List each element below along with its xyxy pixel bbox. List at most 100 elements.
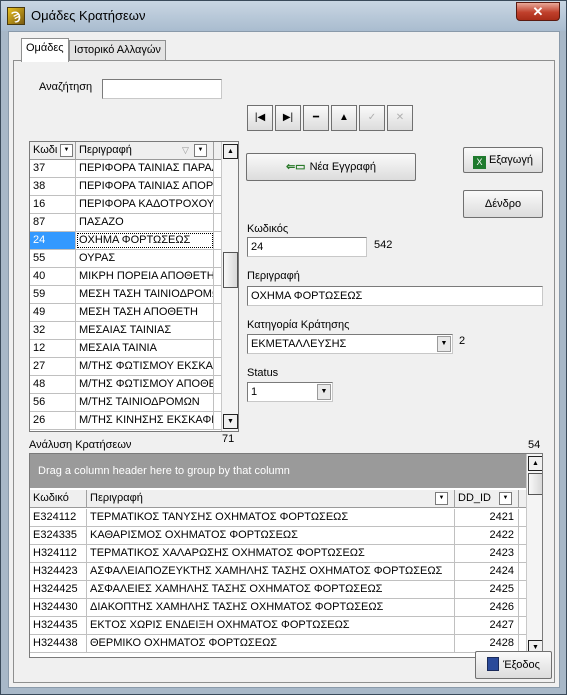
cell-code[interactable]: 38 (30, 178, 76, 195)
last-record-button[interactable]: ▶| (275, 105, 301, 131)
cell-code[interactable]: 87 (30, 214, 76, 231)
table-row[interactable]: H324425 ΑΣΦΑΛΕΙΕΣ ΧΑΜΗΛΗΣ ΤΑΣΗΣ ΟΧΗΜΑΤΟΣ … (30, 581, 526, 599)
column-header-dd-id[interactable]: DD_ID ▼ (455, 490, 519, 508)
cell-code[interactable]: E324335 (30, 527, 87, 544)
cell-description[interactable]: Μ/ΤΗΣ ΦΩΤΙΣΜΟΥ ΑΠΟΘΕ (76, 376, 214, 393)
cell-dd-id[interactable]: 2422 (455, 527, 519, 544)
cell-description[interactable]: ΟΧΗΜΑ ΦΟΡΤΩΣΕΩΣ (76, 232, 214, 249)
cell-description[interactable]: ΑΣΦΑΛΕΙΑΠΟΖΕΥΚΤΗΣ ΧΑΜΗΛΗΣ ΤΑΣΗΣ ΟΧΗΜΑΤΟΣ… (87, 563, 455, 580)
post-record-button[interactable]: ✓ (359, 105, 385, 131)
cell-code[interactable]: 56 (30, 394, 76, 411)
column-header-description[interactable]: Περιγραφή ▽ ▼ (76, 142, 214, 160)
cell-dd-id[interactable]: 2428 (455, 635, 519, 652)
table-row[interactable]: H324435 ΕΚΤΟΣ ΧΩΡΙΣ ΕΝΔΕΙΞΗ ΟΧΗΜΑΤΟΣ ΦΟΡΤ… (30, 617, 526, 635)
column-filter-dropdown-icon[interactable]: ▼ (499, 492, 512, 505)
category-select[interactable]: ΕΚΜΕΤΑΛΛΕΥΣΗΣ ▼ (247, 334, 453, 354)
cell-code[interactable]: H324435 (30, 617, 87, 634)
search-input[interactable] (102, 79, 222, 99)
cell-code[interactable]: H324425 (30, 581, 87, 598)
code-field[interactable]: 24 (247, 237, 367, 257)
first-record-button[interactable]: |◀ (247, 105, 273, 131)
cell-description[interactable]: ΠΕΡΙΦΟΡΑ ΤΑΙΝΙΑΣ ΠΑΡΑΛ (76, 160, 214, 177)
table-row[interactable]: 32 ΜΕΣΑΙΑΣ ΤΑΙΝΙΑΣ (30, 322, 221, 340)
table-row[interactable]: H324423 ΑΣΦΑΛΕΙΑΠΟΖΕΥΚΤΗΣ ΧΑΜΗΛΗΣ ΤΑΣΗΣ Ο… (30, 563, 526, 581)
scroll-thumb[interactable] (528, 473, 542, 495)
cell-code[interactable]: 48 (30, 376, 76, 393)
cell-description[interactable]: ΠΕΡΙΦΟΡΑ ΚΑΔΟΤΡΟΧΟΥ (76, 196, 214, 213)
cell-code[interactable]: 32 (30, 322, 76, 339)
cell-code[interactable]: 12 (30, 340, 76, 357)
column-filter-dropdown-icon[interactable]: ▼ (60, 144, 73, 157)
cell-description[interactable]: ΘΕΡΜΙΚΟ ΟΧΗΜΑΤΟΣ ΦΟΡΤΩΣΕΩΣ (87, 635, 455, 652)
cell-dd-id[interactable]: 2423 (455, 545, 519, 562)
analysis-grid-scrollbar[interactable]: ▲ ▼ (526, 454, 542, 657)
cell-code[interactable]: 16 (30, 196, 76, 213)
cell-code[interactable]: 26 (30, 412, 76, 429)
cell-description[interactable]: Μ/ΤΗΣ ΚΙΝΗΣΗΣ ΕΚΣΚΑΦΕ (76, 412, 214, 429)
cell-description[interactable]: ΑΣΦΑΛΕΙΕΣ ΧΑΜΗΛΗΣ ΤΑΣΗΣ ΟΧΗΜΑΤΟΣ ΦΟΡΤΩΣΕ… (87, 581, 455, 598)
groups-grid[interactable]: Κωδι ▼ Περιγραφή ▽ ▼ 37 ΠΕΡΙΦΟΡΑ ΤΑΙΝΙΑΣ … (29, 141, 239, 432)
chevron-down-icon[interactable]: ▼ (437, 336, 451, 352)
scroll-up-arrow-icon[interactable]: ▲ (528, 456, 542, 471)
cell-code[interactable]: 59 (30, 286, 76, 303)
cell-description[interactable]: Μ/ΤΗΣ ΦΩΤΙΣΜΟΥ ΕΚΣΚΑ (76, 358, 214, 375)
cell-description[interactable]: ΟΥΡΑΣ (76, 250, 214, 267)
cell-description[interactable]: ΤΕΡΜΑΤΙΚΟΣ ΧΑΛΑΡΩΣΗΣ ΟΧΗΜΑΤΟΣ ΦΟΡΤΩΣΕΩΣ (87, 545, 455, 562)
table-row[interactable]: E324335 ΚΑΘΑΡΙΣΜΟΣ ΟΧΗΜΑΤΟΣ ΦΟΡΤΩΣΕΩΣ 2422 (30, 527, 526, 545)
edit-record-button[interactable]: ▲ (331, 105, 357, 131)
cell-dd-id[interactable]: 2427 (455, 617, 519, 634)
tab-groups[interactable]: Ομάδες (21, 38, 69, 62)
table-row[interactable]: 55 ΟΥΡΑΣ (30, 250, 221, 268)
cell-description[interactable]: ΜΙΚΡΗ ΠΟΡΕΙΑ ΑΠΟΘΕΤΗ (76, 268, 214, 285)
cell-dd-id[interactable]: 2424 (455, 563, 519, 580)
cell-code[interactable]: 49 (30, 304, 76, 321)
cell-code[interactable]: 37 (30, 160, 76, 177)
cell-dd-id[interactable]: 2425 (455, 581, 519, 598)
groups-grid-scrollbar[interactable]: ▲ ▼ (221, 142, 238, 431)
cell-description[interactable]: ΜΕΣΑΙΑ ΤΑΙΝΙΑ (76, 340, 214, 357)
cell-description[interactable]: ΜΕΣΗ ΤΑΣΗ ΑΠΟΘΕΤΗ (76, 304, 214, 321)
table-row[interactable]: H324112 ΤΕΡΜΑΤΙΚΟΣ ΧΑΛΑΡΩΣΗΣ ΟΧΗΜΑΤΟΣ ΦΟΡ… (30, 545, 526, 563)
table-row[interactable]: 48 Μ/ΤΗΣ ΦΩΤΙΣΜΟΥ ΑΠΟΘΕ (30, 376, 221, 394)
cell-code[interactable]: 55 (30, 250, 76, 267)
cell-description[interactable]: ΚΑΘΑΡΙΣΜΟΣ ΟΧΗΜΑΤΟΣ ΦΟΡΤΩΣΕΩΣ (87, 527, 455, 544)
table-row[interactable]: 59 ΜΕΣΗ ΤΑΣΗ ΤΑΙΝΙΟΔΡΟΜΩ (30, 286, 221, 304)
table-row[interactable]: 26 Μ/ΤΗΣ ΚΙΝΗΣΗΣ ΕΚΣΚΑΦΕ (30, 412, 221, 430)
status-select[interactable]: 1 ▼ (247, 382, 333, 402)
cell-description[interactable]: ΕΚΤΟΣ ΧΩΡΙΣ ΕΝΔΕΙΞΗ ΟΧΗΜΑΤΟΣ ΦΟΡΤΩΣΕΩΣ (87, 617, 455, 634)
cell-code[interactable]: H324112 (30, 545, 87, 562)
close-button[interactable]: ✕ (516, 2, 560, 21)
analysis-grid[interactable]: Drag a column header here to group by th… (29, 453, 543, 658)
delete-record-button[interactable]: ━ (303, 105, 329, 131)
scroll-thumb[interactable] (223, 252, 238, 289)
cell-code[interactable]: 27 (30, 358, 76, 375)
cell-code[interactable]: H324423 (30, 563, 87, 580)
table-row[interactable]: 27 Μ/ΤΗΣ ΦΩΤΙΣΜΟΥ ΕΚΣΚΑ (30, 358, 221, 376)
cell-dd-id[interactable]: 2426 (455, 599, 519, 616)
table-row[interactable]: 37 ΠΕΡΙΦΟΡΑ ΤΑΙΝΙΑΣ ΠΑΡΑΛ (30, 160, 221, 178)
exit-button[interactable]: Έξοδος (475, 651, 552, 679)
cell-description[interactable]: ΜΕΣΑΙΑΣ ΤΑΙΝΙΑΣ (76, 322, 214, 339)
cell-code[interactable]: H324430 (30, 599, 87, 616)
column-filter-dropdown-icon[interactable]: ▼ (435, 492, 448, 505)
cell-description[interactable]: ΜΕΣΗ ΤΑΣΗ ΤΑΙΝΙΟΔΡΟΜΩ (76, 286, 214, 303)
table-row[interactable]: 24 ΟΧΗΜΑ ΦΟΡΤΩΣΕΩΣ (30, 232, 221, 250)
scroll-up-arrow-icon[interactable]: ▲ (223, 144, 238, 159)
cell-description[interactable]: ΠΕΡΙΦΟΡΑ ΤΑΙΝΙΑΣ ΑΠΟΡΡ (76, 178, 214, 195)
column-header-description[interactable]: Περιγραφή ▼ (87, 490, 455, 508)
new-record-button[interactable]: ⇐▭ Νέα Εγγραφή (246, 153, 416, 181)
table-row[interactable]: E324112 ΤΕΡΜΑΤΙΚΟΣ ΤΑΝΥΣΗΣ ΟΧΗΜΑΤΟΣ ΦΟΡΤΩ… (30, 509, 526, 527)
tree-button[interactable]: Δένδρο (463, 190, 543, 218)
table-row[interactable]: H324438 ΘΕΡΜΙΚΟ ΟΧΗΜΑΤΟΣ ΦΟΡΤΩΣΕΩΣ 2428 (30, 635, 526, 653)
chevron-down-icon[interactable]: ▼ (317, 384, 331, 400)
cell-code[interactable]: 40 (30, 268, 76, 285)
cancel-edit-button[interactable]: ✕ (387, 105, 413, 131)
table-row[interactable]: 16 ΠΕΡΙΦΟΡΑ ΚΑΔΟΤΡΟΧΟΥ (30, 196, 221, 214)
column-header-code[interactable]: Κωδικό (30, 490, 87, 508)
export-button[interactable]: X Εξαγωγή (463, 147, 543, 173)
description-field[interactable]: ΟΧΗΜΑ ΦΟΡΤΩΣΕΩΣ (247, 286, 543, 306)
table-row[interactable]: 56 Μ/ΤΗΣ ΤΑΙΝΙΟΔΡΟΜΩΝ (30, 394, 221, 412)
cell-description[interactable]: ΔΙΑΚΟΠΤΗΣ ΧΑΜΗΛΗΣ ΤΑΣΗΣ ΟΧΗΜΑΤΟΣ ΦΟΡΤΩΣΕ… (87, 599, 455, 616)
table-row[interactable]: 38 ΠΕΡΙΦΟΡΑ ΤΑΙΝΙΑΣ ΑΠΟΡΡ (30, 178, 221, 196)
cell-code[interactable]: 24 (30, 232, 76, 249)
